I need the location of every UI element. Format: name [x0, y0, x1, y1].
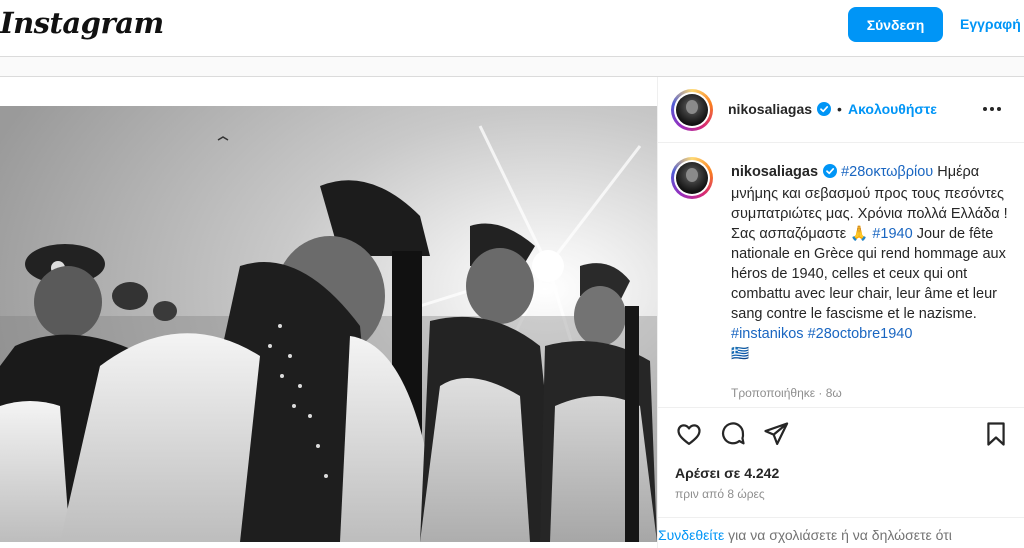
verified-badge-icon [817, 102, 832, 121]
hashtag-link[interactable]: #1940 [872, 226, 912, 242]
signup-link[interactable]: Εγγραφή [960, 16, 1021, 32]
hashtag-link[interactable]: #28octobre1940 [808, 326, 913, 342]
verified-badge-icon [823, 164, 838, 184]
post-photo[interactable] [0, 106, 657, 542]
more-options-icon[interactable] [980, 97, 1004, 121]
comment-prompt-text: για να σχολιάσετε ή να δηλώσετε ότι [724, 527, 952, 543]
login-link[interactable]: Συνδεθείτε [658, 527, 724, 543]
follow-button[interactable]: Ακολουθήστε [848, 101, 937, 117]
comment-login-prompt: Συνδεθείτε για να σχολιάσετε ή να δηλώσε… [658, 517, 1024, 548]
post-time[interactable]: πριν από 8 ώρες [675, 487, 765, 501]
share-icon[interactable] [762, 420, 790, 448]
greek-flag-emoji: 🇬🇷 [731, 346, 750, 362]
comment-icon[interactable] [719, 420, 747, 448]
author-username[interactable]: nikosaliagas [728, 101, 812, 117]
likes-count[interactable]: Αρέσει σε 4.242 [675, 465, 779, 481]
edited-timestamp: Τροποποιήθηκε · 8ω [731, 386, 842, 400]
hashtag-link[interactable]: #28οκτωβρίου [841, 164, 933, 180]
author-avatar[interactable] [671, 89, 713, 131]
caption-author-avatar[interactable] [671, 157, 713, 199]
avatar-image [676, 94, 708, 126]
post-header: nikosaliagas • Ακολουθήστε [658, 77, 1024, 143]
post-actions-bar [658, 407, 1024, 463]
hashtag-link[interactable]: #instanikos [731, 326, 804, 342]
separator-dot: • [837, 101, 842, 117]
post-caption: nikosaliagas #28οκτωβρίου Ημέρα μνήμης κ… [731, 162, 1021, 364]
avatar-image [676, 162, 708, 194]
instagram-logo[interactable]: Instagram [0, 6, 164, 40]
post-side-panel: nikosaliagas • Ακολουθήστε nikosaliagas #2… [657, 77, 1024, 548]
caption-username[interactable]: nikosaliagas [731, 164, 818, 180]
login-button[interactable]: Σύνδεση [848, 7, 943, 42]
top-navigation-bar: Instagram Σύνδεση Εγγραφή [0, 0, 1024, 57]
heart-icon[interactable] [675, 420, 703, 448]
bookmark-icon[interactable] [982, 420, 1010, 448]
